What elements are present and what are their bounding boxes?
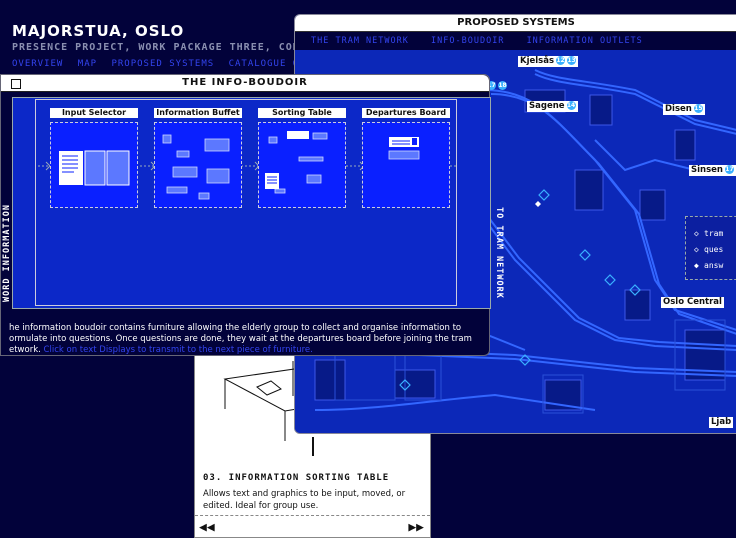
- to-tram-network-label[interactable]: TO TRAM NETWORK: [494, 207, 504, 299]
- line-badge: 13: [567, 56, 577, 65]
- information-buffet-icon: [162, 134, 230, 200]
- window-title: THE INFO-BOUDOIR: [182, 77, 308, 88]
- place-sagene[interactable]: Sagene 14: [527, 101, 578, 112]
- legend-item-questions: ◇ ques: [694, 245, 723, 254]
- place-label: Oslo Central: [663, 297, 722, 307]
- place-disen[interactable]: Disen 15: [663, 104, 705, 115]
- place-label: Sagene: [529, 101, 565, 111]
- departures-board-box[interactable]: [362, 122, 450, 208]
- window-titlebar[interactable]: PROPOSED SYSTEMS: [295, 15, 736, 32]
- station-label: Sorting Table: [258, 108, 346, 118]
- station-input-selector[interactable]: Input Selector: [50, 108, 138, 208]
- station-label: Information Buffet: [154, 108, 242, 118]
- legend-item-answers: ◆ answ: [694, 261, 723, 270]
- departures-board-icon: [388, 137, 420, 160]
- nav-overview[interactable]: OVERVIEW: [12, 59, 63, 69]
- furniture-flow: Input Selector Information Buffet Sortin…: [35, 99, 457, 306]
- legend-label: answ: [704, 261, 724, 270]
- place-label: Ljab: [711, 417, 732, 427]
- place-sinsen[interactable]: Sinsen 17: [689, 165, 736, 176]
- legend-label: ques: [704, 245, 724, 254]
- window-title: PROPOSED SYSTEMS: [457, 17, 575, 28]
- systems-tabs: THE TRAM NETWORK INFO-BOUDOIR INFORMATIO…: [295, 32, 736, 50]
- legend-label: tram: [704, 229, 724, 238]
- previous-button[interactable]: ◀◀: [199, 520, 215, 535]
- line-badge: 15: [693, 104, 703, 113]
- map-legend: ◇ tram ◇ ques ◆ answ: [685, 216, 736, 280]
- boudoir-diagram-panel: WORD INFORMATION TO TRAM NETWORK Input S…: [2, 97, 504, 309]
- diamond-filled-icon: ◆: [694, 261, 699, 270]
- next-button[interactable]: ▶▶: [408, 520, 424, 535]
- tab-tram-network[interactable]: THE TRAM NETWORK: [311, 36, 409, 46]
- input-selector-icon: [59, 150, 130, 186]
- line-badge: 12: [556, 56, 566, 65]
- word-information-label: WORD INFORMATION: [1, 204, 12, 302]
- station-sorting-table[interactable]: Sorting Table: [258, 108, 346, 208]
- place-label: Sinsen: [691, 165, 723, 175]
- place-label: Disen: [665, 104, 692, 114]
- information-buffet-box[interactable]: [154, 122, 242, 208]
- caption-hint: Click on text Displays to transmit to th…: [43, 345, 313, 355]
- station-label: Input Selector: [50, 108, 138, 118]
- card-title: 03. INFORMATION SORTING TABLE: [203, 473, 390, 483]
- station-departures-board[interactable]: Departures Board: [362, 108, 450, 208]
- place-kjelsas[interactable]: Kjelsås 12 13: [518, 56, 579, 67]
- place-ljab[interactable]: Ljab: [709, 417, 734, 428]
- tab-information-outlets[interactable]: INFORMATION OUTLETS: [527, 36, 643, 46]
- diamond-small-icon: ◇: [694, 245, 699, 254]
- station-label: Departures Board: [362, 108, 450, 118]
- line-badge: 17: [724, 165, 734, 174]
- input-selector-box[interactable]: [50, 122, 138, 208]
- card-divider: [195, 515, 430, 516]
- card-description: Allows text and graphics to be input, mo…: [203, 489, 406, 511]
- line-badge: 14: [566, 101, 576, 110]
- tab-info-boudoir[interactable]: INFO-BOUDOIR: [431, 36, 504, 46]
- page-title: MAJORSTUA, OSLO: [12, 22, 185, 40]
- place-label: Kjelsås: [520, 56, 555, 66]
- sorting-table-box[interactable]: [258, 122, 346, 208]
- info-boudoir-window: THE INFO-BOUDOIR WORD INFORMATION TO TRA…: [0, 74, 504, 356]
- boudoir-caption: he information boudoir contains furnitur…: [9, 323, 484, 356]
- nav-map[interactable]: MAP: [78, 59, 97, 69]
- station-information-buffet[interactable]: Information Buffet: [154, 108, 242, 208]
- diamond-outline-icon: ◇: [694, 229, 699, 238]
- window-titlebar[interactable]: THE INFO-BOUDOIR: [1, 75, 489, 92]
- sorting-table-icon: [265, 131, 328, 194]
- line-badge: 18: [498, 81, 507, 90]
- nav-proposed-systems[interactable]: PROPOSED SYSTEMS: [111, 59, 214, 69]
- place-oslo-central[interactable]: Oslo Central: [661, 297, 724, 308]
- legend-item-tram: ◇ tram: [694, 229, 723, 238]
